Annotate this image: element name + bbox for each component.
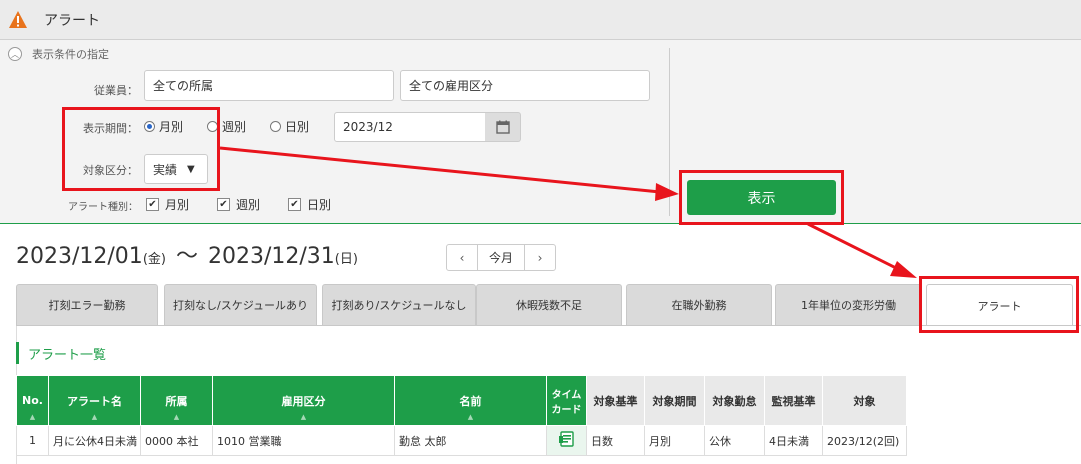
annotation-arrows [219,146,917,278]
arrow-head [655,183,679,201]
arrow-head [890,261,917,278]
arrow-line [807,222,901,272]
arrow-line [219,146,661,194]
